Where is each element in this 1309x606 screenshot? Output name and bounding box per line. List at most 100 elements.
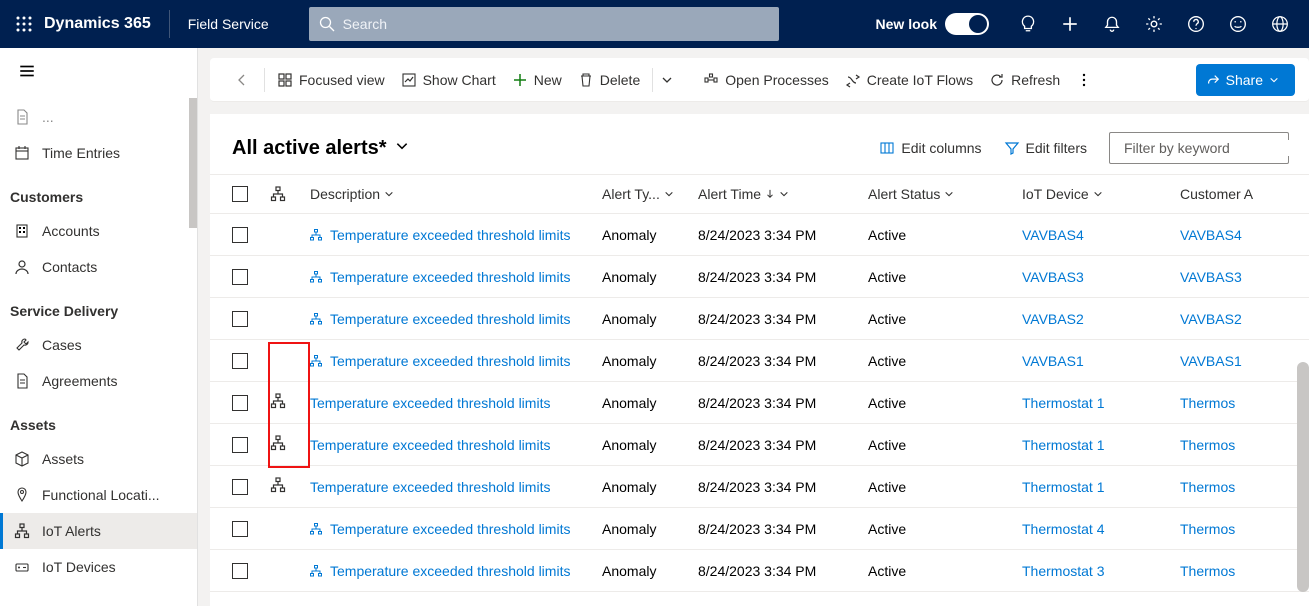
filter-keyword-input[interactable] xyxy=(1124,140,1305,156)
search-input[interactable] xyxy=(343,16,769,32)
customer-asset-cell[interactable]: Thermos xyxy=(1180,479,1260,495)
row-checkbox[interactable] xyxy=(232,353,270,369)
hierarchy-column-icon[interactable] xyxy=(270,186,310,202)
column-alert-status[interactable]: Alert Status xyxy=(868,186,1022,202)
customer-asset-cell[interactable]: Thermos xyxy=(1180,437,1260,453)
iot-device-cell[interactable]: Thermostat 3 xyxy=(1022,563,1180,579)
back-button[interactable] xyxy=(224,72,260,88)
description-cell[interactable]: Temperature exceeded threshold limits xyxy=(310,269,602,285)
filter-keyword-box[interactable] xyxy=(1109,132,1289,164)
description-link[interactable]: Temperature exceeded threshold limits xyxy=(330,521,570,537)
customer-asset-cell[interactable]: Thermos xyxy=(1180,563,1260,579)
description-cell[interactable]: Temperature exceeded threshold limits xyxy=(310,479,602,495)
feedback-icon[interactable] xyxy=(1217,0,1259,48)
table-row[interactable]: Temperature exceeded threshold limitsAno… xyxy=(210,466,1309,508)
description-link[interactable]: Temperature exceeded threshold limits xyxy=(330,563,570,579)
module-name[interactable]: Field Service xyxy=(188,16,269,32)
hierarchy-icon[interactable] xyxy=(270,477,310,496)
description-cell[interactable]: Temperature exceeded threshold limits xyxy=(310,395,602,411)
view-selector-chevron-icon[interactable] xyxy=(395,139,409,158)
description-cell[interactable]: Temperature exceeded threshold limits xyxy=(310,521,602,537)
table-row[interactable]: Temperature exceeded threshold limitsAno… xyxy=(210,340,1309,382)
sidebar-item-truncated[interactable]: ... xyxy=(0,99,197,135)
description-link[interactable]: Temperature exceeded threshold limits xyxy=(330,227,570,243)
hierarchy-icon[interactable] xyxy=(270,435,310,454)
row-checkbox[interactable] xyxy=(232,227,270,243)
sidebar-item-contacts[interactable]: Contacts xyxy=(0,249,197,285)
sidebar-item-iot-devices[interactable]: IoT Devices xyxy=(0,549,197,585)
description-link[interactable]: Temperature exceeded threshold limits xyxy=(330,269,570,285)
iot-device-cell[interactable]: VAVBAS2 xyxy=(1022,311,1180,327)
notifications-icon[interactable] xyxy=(1091,0,1133,48)
settings-icon[interactable] xyxy=(1133,0,1175,48)
sidebar-item-cases[interactable]: Cases xyxy=(0,327,197,363)
hierarchy-icon[interactable] xyxy=(270,393,310,412)
row-checkbox[interactable] xyxy=(232,521,270,537)
new-button[interactable]: New xyxy=(512,72,562,88)
description-cell[interactable]: Temperature exceeded threshold limits xyxy=(310,227,602,243)
description-cell[interactable]: Temperature exceeded threshold limits xyxy=(310,563,602,579)
row-checkbox[interactable] xyxy=(232,563,270,579)
description-link[interactable]: Temperature exceeded threshold limits xyxy=(330,311,570,327)
column-alert-time[interactable]: Alert Time xyxy=(698,186,868,202)
iot-device-cell[interactable]: Thermostat 1 xyxy=(1022,437,1180,453)
customer-asset-cell[interactable]: Thermos xyxy=(1180,521,1260,537)
sidebar-item-iot-alerts[interactable]: IoT Alerts xyxy=(0,513,197,549)
table-row[interactable]: Temperature exceeded threshold limitsAno… xyxy=(210,214,1309,256)
edit-columns-button[interactable]: Edit columns xyxy=(879,140,981,156)
app-launcher-icon[interactable] xyxy=(8,8,40,40)
iot-device-cell[interactable]: Thermostat 1 xyxy=(1022,395,1180,411)
customer-asset-cell[interactable]: Thermos xyxy=(1180,395,1260,411)
table-row[interactable]: Temperature exceeded threshold limitsAno… xyxy=(210,256,1309,298)
select-all-checkbox[interactable] xyxy=(232,186,270,202)
table-row[interactable]: Temperature exceeded threshold limitsAno… xyxy=(210,298,1309,340)
share-button[interactable]: Share xyxy=(1196,64,1295,96)
description-link[interactable]: Temperature exceeded threshold limits xyxy=(310,395,550,411)
description-link[interactable]: Temperature exceeded threshold limits xyxy=(330,353,570,369)
column-iot-device[interactable]: IoT Device xyxy=(1022,186,1180,202)
iot-device-cell[interactable]: VAVBAS1 xyxy=(1022,353,1180,369)
iot-device-cell[interactable]: Thermostat 1 xyxy=(1022,479,1180,495)
edit-filters-button[interactable]: Edit filters xyxy=(1004,140,1087,156)
new-look-toggle[interactable] xyxy=(945,13,989,35)
table-row[interactable]: Temperature exceeded threshold limitsAno… xyxy=(210,382,1309,424)
customer-asset-cell[interactable]: VAVBAS3 xyxy=(1180,269,1260,285)
focused-view-button[interactable]: Focused view xyxy=(277,72,385,88)
description-link[interactable]: Temperature exceeded threshold limits xyxy=(310,479,550,495)
hamburger-icon[interactable] xyxy=(0,48,197,99)
open-processes-button[interactable]: Open Processes xyxy=(703,72,829,88)
view-title[interactable]: All active alerts* xyxy=(232,137,387,160)
row-checkbox[interactable] xyxy=(232,395,270,411)
show-chart-button[interactable]: Show Chart xyxy=(401,72,496,88)
refresh-button[interactable]: Refresh xyxy=(989,72,1060,88)
add-icon[interactable] xyxy=(1049,0,1091,48)
sidebar-item-time-entries[interactable]: Time Entries xyxy=(0,135,197,171)
more-commands-icon[interactable] xyxy=(1076,72,1098,88)
sidebar-item-agreements[interactable]: Agreements xyxy=(0,363,197,399)
column-alert-type[interactable]: Alert Ty... xyxy=(602,186,698,202)
iot-device-cell[interactable]: VAVBAS3 xyxy=(1022,269,1180,285)
iot-device-cell[interactable]: VAVBAS4 xyxy=(1022,227,1180,243)
sidebar-item-accounts[interactable]: Accounts xyxy=(0,213,197,249)
help-icon[interactable] xyxy=(1175,0,1217,48)
column-description[interactable]: Description xyxy=(310,186,602,202)
table-row[interactable]: Temperature exceeded threshold limitsAno… xyxy=(210,508,1309,550)
description-cell[interactable]: Temperature exceeded threshold limits xyxy=(310,437,602,453)
sidebar-scrollbar[interactable] xyxy=(189,98,197,228)
customer-asset-cell[interactable]: VAVBAS2 xyxy=(1180,311,1260,327)
delete-button[interactable]: Delete xyxy=(578,72,640,88)
customer-asset-cell[interactable]: VAVBAS4 xyxy=(1180,227,1260,243)
delete-chevron[interactable] xyxy=(661,74,679,86)
table-row[interactable]: Temperature exceeded threshold limitsAno… xyxy=(210,424,1309,466)
lightbulb-icon[interactable] xyxy=(1007,0,1049,48)
row-checkbox[interactable] xyxy=(232,479,270,495)
column-customer-asset[interactable]: Customer A xyxy=(1180,186,1260,202)
customer-asset-cell[interactable]: VAVBAS1 xyxy=(1180,353,1260,369)
sidebar-item-functional-locations[interactable]: Functional Locati... xyxy=(0,477,197,513)
table-row[interactable]: Temperature exceeded threshold limitsAno… xyxy=(210,550,1309,592)
grid-scrollbar[interactable] xyxy=(1297,362,1309,592)
description-cell[interactable]: Temperature exceeded threshold limits xyxy=(310,353,602,369)
row-checkbox[interactable] xyxy=(232,269,270,285)
sidebar-item-assets[interactable]: Assets xyxy=(0,441,197,477)
global-search[interactable] xyxy=(309,7,779,41)
